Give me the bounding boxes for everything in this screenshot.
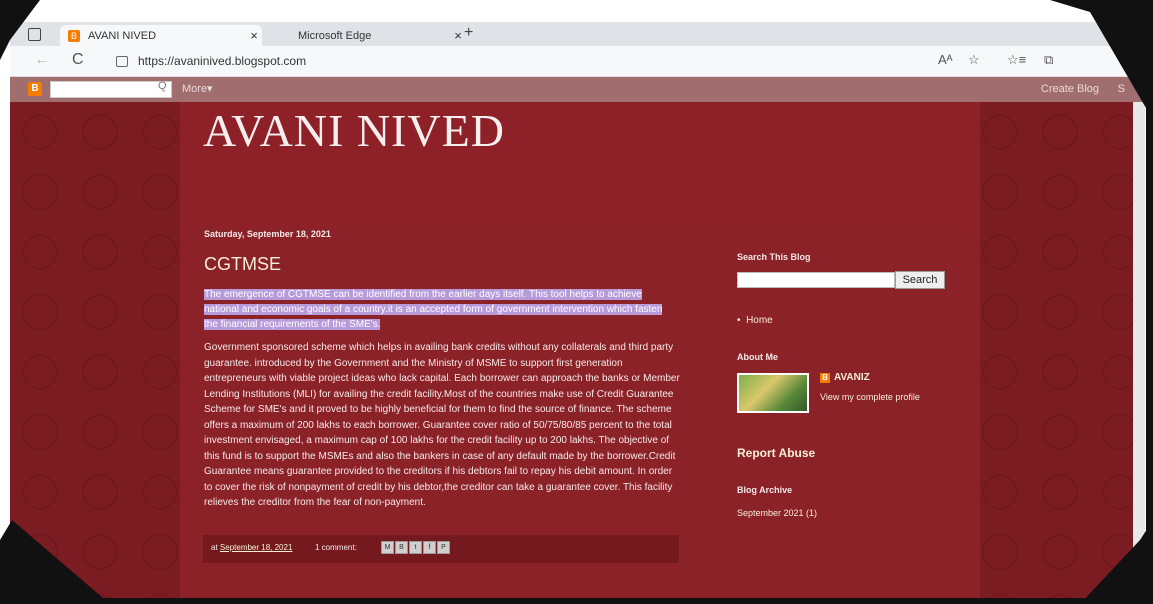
border-corner-br xyxy=(1080,520,1153,604)
border-bottom xyxy=(0,598,1153,604)
border-corner-tr xyxy=(1050,0,1153,120)
border-corner-tl xyxy=(0,0,40,60)
border-right xyxy=(1146,0,1153,604)
screenshot-frame: B AVANI NIVED × Microsoft Edge × + ← C h… xyxy=(0,0,1153,604)
photo-border xyxy=(0,0,1153,604)
border-corner-bl xyxy=(0,520,110,604)
